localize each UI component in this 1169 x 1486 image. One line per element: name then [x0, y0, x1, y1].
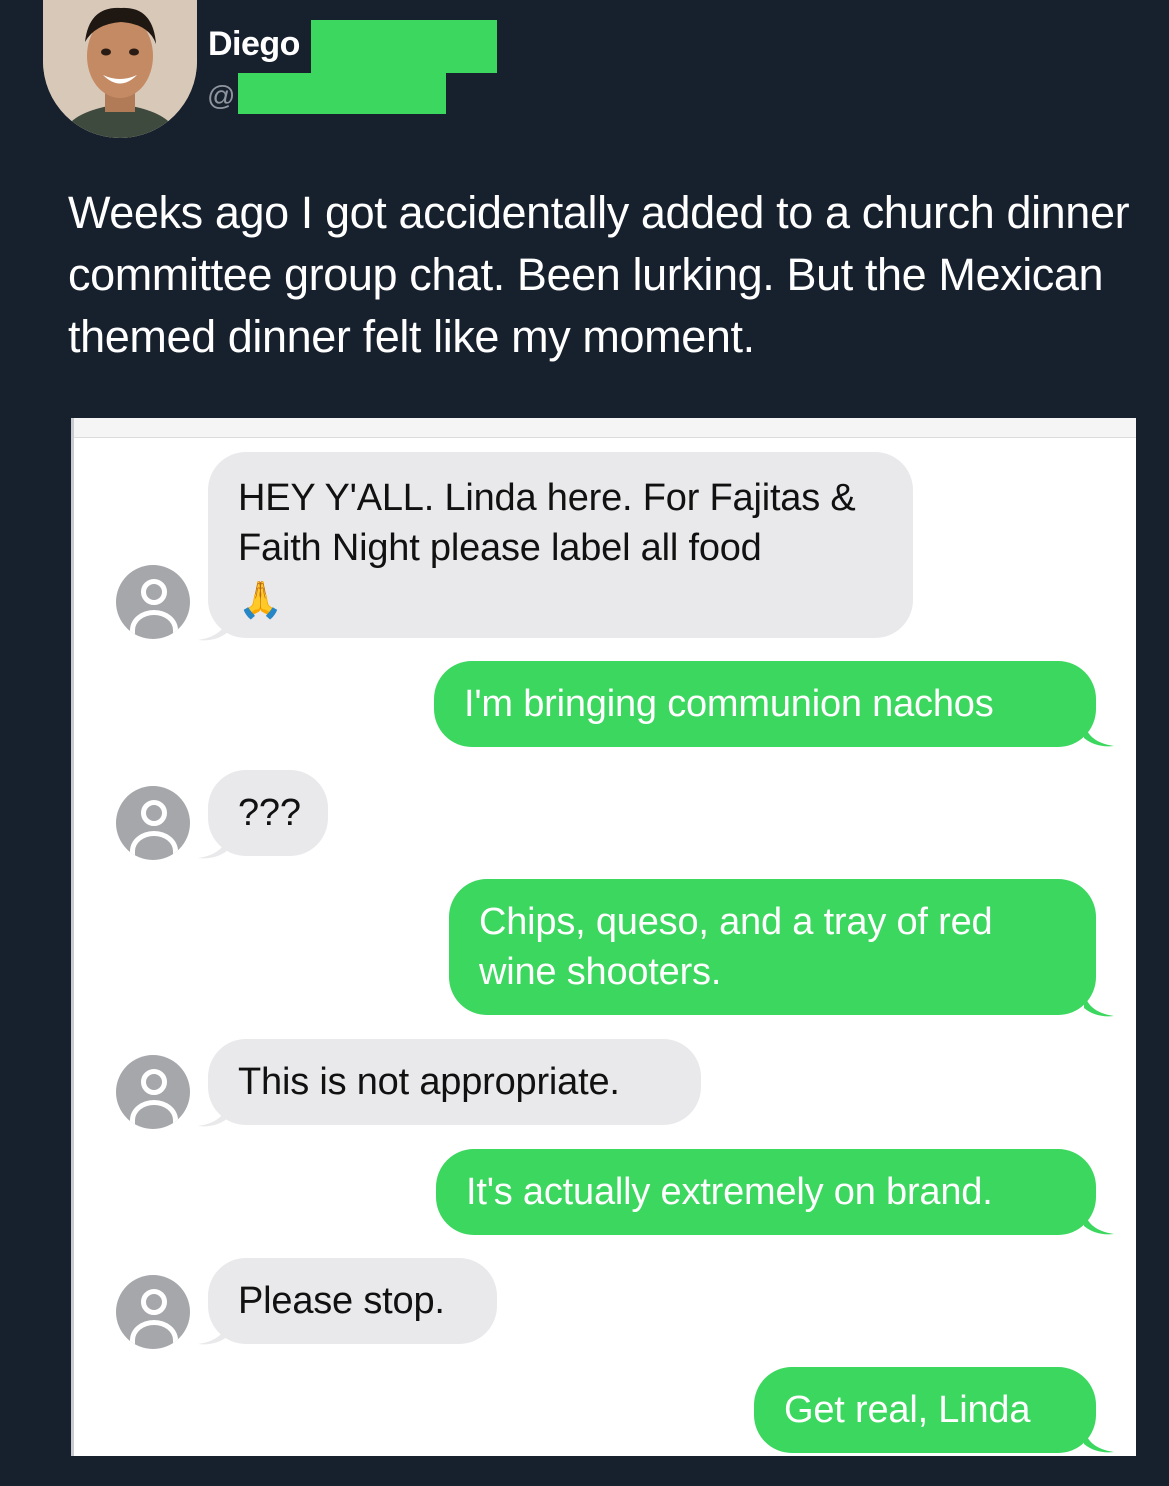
contact-avatar [116, 1055, 190, 1129]
message-text: It's actually extremely on brand. [466, 1171, 993, 1213]
redaction-box-name [311, 20, 497, 73]
message-text: Please stop. [238, 1280, 445, 1322]
tweet-text: Weeks ago I got accidentally added to a … [68, 187, 1130, 362]
message-bubble-sent[interactable]: Get real, Linda [754, 1367, 1096, 1453]
message-bubble-received[interactable]: ??? [208, 770, 328, 856]
display-name[interactable]: Diego [208, 25, 300, 64]
screenshot-top-strip [74, 418, 1136, 438]
message-text: Get real, Linda [784, 1389, 1031, 1431]
contact-avatar [116, 786, 190, 860]
profile-avatar[interactable] [43, 0, 197, 138]
message-bubble-received[interactable]: This is not appropriate. [208, 1039, 701, 1125]
message-text: This is not appropriate. [238, 1061, 620, 1103]
message-text: I'm bringing communion nachos [464, 683, 994, 725]
praying-hands-emoji: 🙏 [238, 580, 283, 621]
handle-prefix: @ [207, 80, 236, 111]
message-bubble-received[interactable]: Please stop. [208, 1258, 497, 1344]
redaction-box-handle [238, 73, 446, 114]
message-text: ??? [238, 792, 301, 834]
message-bubble-sent[interactable]: Chips, queso, and a tray of red wine sho… [449, 879, 1096, 1015]
message-text: HEY Y'ALL. Linda here. For Fajitas & Fai… [238, 477, 856, 569]
message-bubble-sent[interactable]: I'm bringing communion nachos [434, 661, 1096, 747]
contact-avatar [116, 565, 190, 639]
message-text: Chips, queso, and a tray of red wine sho… [479, 901, 993, 993]
message-screenshot[interactable]: HEY Y'ALL. Linda here. For Fajitas & Fai… [71, 418, 1136, 1456]
contact-avatar [116, 1275, 190, 1349]
message-bubble-received[interactable]: HEY Y'ALL. Linda here. For Fajitas & Fai… [208, 452, 913, 638]
message-bubble-sent[interactable]: It's actually extremely on brand. [436, 1149, 1096, 1235]
